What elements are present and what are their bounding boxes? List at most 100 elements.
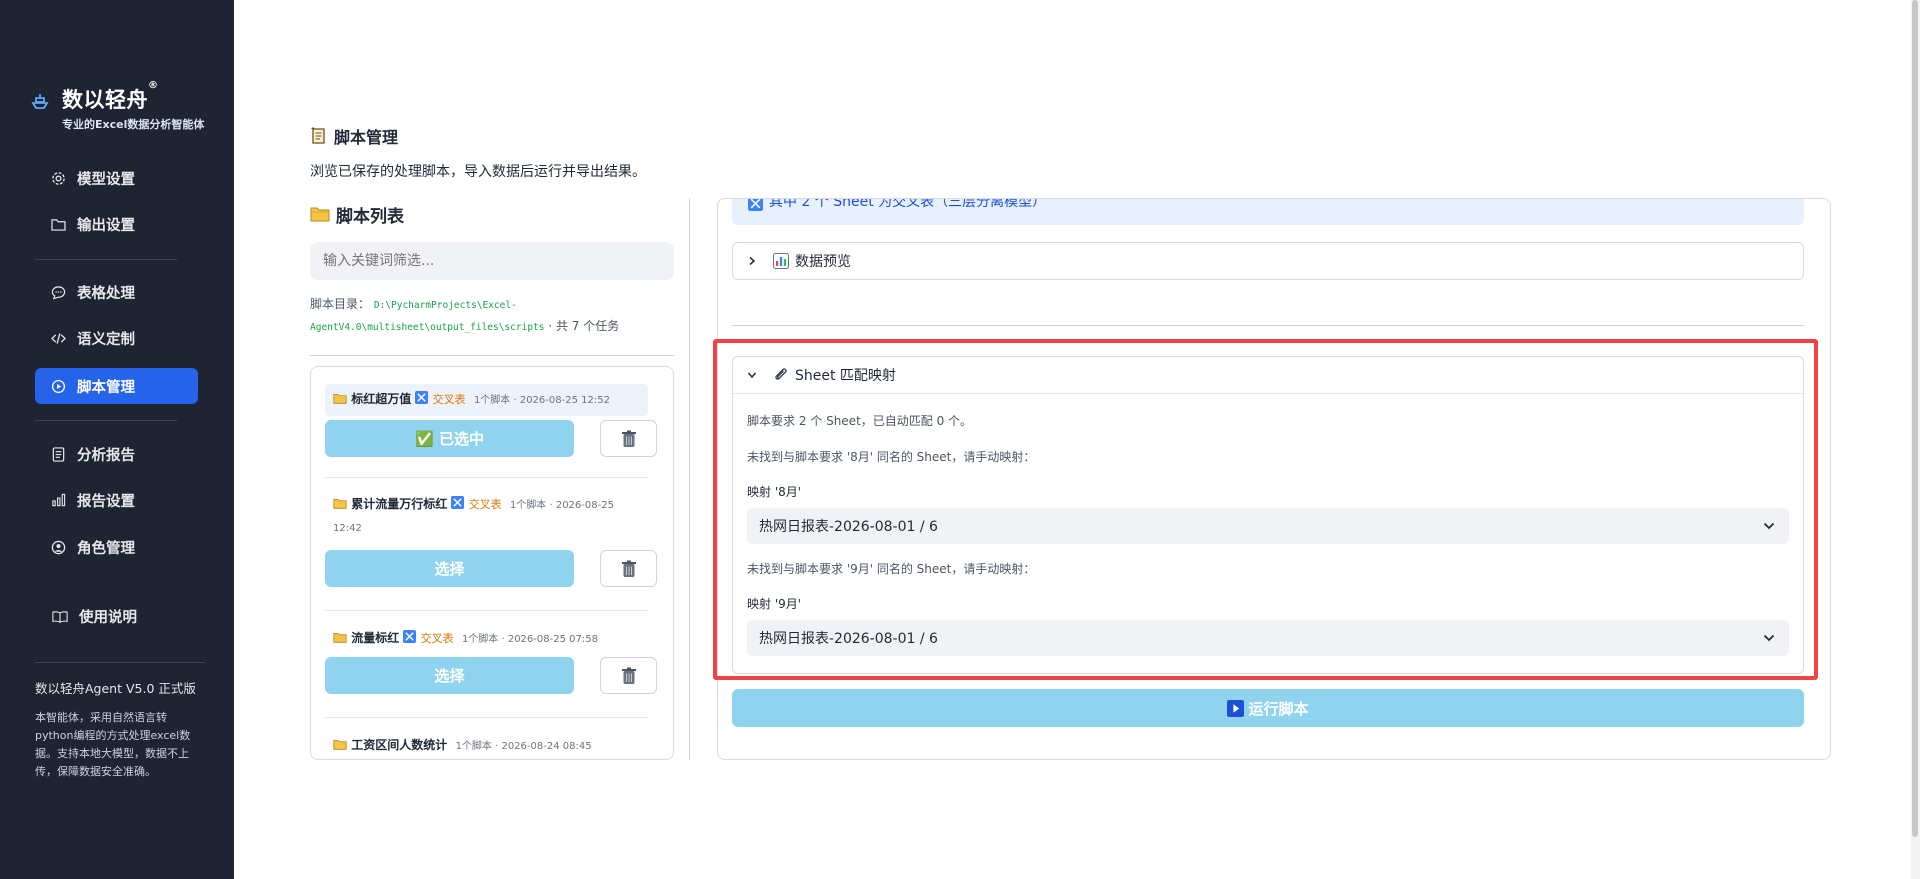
divider xyxy=(325,610,648,611)
list-item[interactable]: 累计流量万行标红 交叉表 1个脚本 · 2026-08-25 12:42 xyxy=(325,491,648,537)
page-title-text: 脚本管理 xyxy=(334,128,399,147)
nav-divider xyxy=(35,420,177,421)
sidebar-item-label: 语义定制 xyxy=(77,331,135,348)
cross-table-icon xyxy=(415,387,429,413)
bar-chart-icon xyxy=(50,492,66,508)
expander-title: 数据预览 xyxy=(795,254,851,270)
brand-name: 数以轻舟 ® xyxy=(62,80,159,112)
task-list: 标红超万值 交叉表 1个脚本 · 2026-08-25 12:52 ✅ 已选中 … xyxy=(310,366,674,760)
play-circle-icon xyxy=(50,378,66,394)
app-root: 数以轻舟 ® 专业的Excel数据分析智能体 模型设置 输出设置 表格处理 语义定… xyxy=(0,0,1920,879)
selected-button[interactable]: ✅ 已选中 xyxy=(325,420,574,457)
divider xyxy=(310,355,674,356)
delete-button[interactable] xyxy=(600,420,657,457)
play-icon xyxy=(1227,699,1245,717)
sidebar-item-role-management[interactable]: 角色管理 xyxy=(35,529,198,565)
script-list-section: 脚本列表 脚本目录： D:\PycharmProjects\Excel-Agen… xyxy=(310,198,674,356)
book-icon xyxy=(52,608,68,624)
sidebar-item-report-settings[interactable]: 报告设置 xyxy=(35,482,198,518)
folder-icon xyxy=(333,626,347,652)
select-button[interactable]: 选择 xyxy=(325,550,574,587)
delete-button[interactable] xyxy=(600,550,657,587)
cross-table-icon xyxy=(451,492,465,518)
brand: 数以轻舟 ® 专业的Excel数据分析智能体 xyxy=(30,80,205,132)
boat-logo-icon xyxy=(31,94,49,109)
document-icon xyxy=(50,446,66,462)
sidebar-item-label: 角色管理 xyxy=(77,540,135,557)
page-title: 脚本管理 xyxy=(310,124,398,148)
sidebar-item-semantic[interactable]: 语义定制 xyxy=(35,320,198,356)
task-meta: 1个脚本 · 2026-08-25 12:52 xyxy=(473,395,610,406)
user-circle-icon xyxy=(50,539,66,555)
script-list-title-text: 脚本列表 xyxy=(336,206,404,227)
trash-icon xyxy=(621,430,636,447)
folder-icon xyxy=(333,492,347,518)
task-tag: 交叉表 xyxy=(420,632,454,645)
scrollbar-thumb[interactable] xyxy=(1912,0,1918,837)
sidebar-item-label: 报告设置 xyxy=(77,493,135,510)
sidebar-item-script-management[interactable]: 脚本管理 xyxy=(35,368,198,404)
folder-icon xyxy=(310,207,330,222)
scroll-icon xyxy=(311,127,325,144)
sidebar-item-model-settings[interactable]: 模型设置 xyxy=(35,160,198,196)
task-name: 流量标红 xyxy=(351,631,400,645)
info-banner: 其中 2 个 Sheet 为交叉表（三层分离模型） xyxy=(732,198,1804,225)
folder-icon xyxy=(333,733,347,759)
sidebar-footer: 数以轻舟Agent V5.0 正式版 本智能体，采用自然语言转python编程的… xyxy=(35,678,205,781)
script-directory-info: 脚本目录： D:\PycharmProjects\Excel-AgentV4.0… xyxy=(310,294,674,338)
sidebar-item-help[interactable]: 使用说明 xyxy=(37,598,200,634)
highlight-box xyxy=(713,339,1818,680)
sidebar-item-label: 输出设置 xyxy=(77,217,135,234)
cross-table-icon xyxy=(748,199,763,211)
dir-label: 脚本目录： xyxy=(310,297,371,311)
divider xyxy=(325,717,648,718)
select-button[interactable]: 选择 xyxy=(325,657,574,694)
button-label: 运行脚本 xyxy=(1248,699,1309,718)
task-meta: 1个脚本 · 2026-08-24 08:45 xyxy=(455,741,592,752)
sidebar: 数以轻舟 ® 专业的Excel数据分析智能体 模型设置 输出设置 表格处理 语义定… xyxy=(0,0,234,879)
sidebar-item-output-settings[interactable]: 输出设置 xyxy=(35,206,198,242)
brand-subtitle: 专业的Excel数据分析智能体 xyxy=(62,118,205,131)
run-script-button[interactable]: 运行脚本 xyxy=(732,689,1804,727)
cross-table-icon xyxy=(403,626,417,652)
trash-icon xyxy=(621,560,636,577)
search-input[interactable] xyxy=(310,242,674,280)
task-meta-time: 12:42 xyxy=(333,523,362,534)
list-item[interactable]: 流量标红 交叉表 1个脚本 · 2026-08-25 07:58 xyxy=(325,625,648,653)
sidebar-item-label: 表格处理 xyxy=(77,285,135,302)
task-meta: 1个脚本 · 2026-08-25 xyxy=(509,500,614,511)
page-description: 浏览已保存的处理脚本，导入数据后运行并导出结果。 xyxy=(310,164,646,180)
folder-icon xyxy=(333,387,347,413)
sidebar-item-label: 分析报告 xyxy=(77,447,135,464)
task-count: · 共 7 个任务 xyxy=(548,319,620,333)
task-tag: 交叉表 xyxy=(468,498,502,511)
bar-chart-icon xyxy=(773,253,789,269)
button-label: 选择 xyxy=(434,667,465,685)
version-label: 数以轻舟Agent V5.0 正式版 xyxy=(35,681,196,696)
nav-divider xyxy=(35,259,177,260)
list-item[interactable]: 标红超万值 交叉表 1个脚本 · 2026-08-25 12:52 xyxy=(325,384,648,416)
task-name: 工资区间人数统计 xyxy=(351,738,448,752)
data-preview-expander[interactable]: 数据预览 xyxy=(732,242,1804,280)
sidebar-item-label: 使用说明 xyxy=(79,609,137,626)
code-icon xyxy=(50,330,66,346)
sidebar-item-label: 脚本管理 xyxy=(77,379,135,396)
trash-icon xyxy=(621,667,636,684)
sidebar-item-label: 模型设置 xyxy=(77,171,135,188)
chevron-right-icon xyxy=(747,256,761,266)
gear-icon xyxy=(50,170,66,186)
list-item[interactable]: 工资区间人数统计 1个脚本 · 2026-08-24 08:45 xyxy=(325,732,648,759)
column-divider xyxy=(689,198,690,760)
delete-button[interactable] xyxy=(600,657,657,694)
button-label: 选择 xyxy=(434,560,465,578)
divider xyxy=(732,325,1804,326)
info-text: 其中 2 个 Sheet 为交叉表（三层分离模型） xyxy=(769,198,1047,210)
task-tag: 交叉表 xyxy=(432,393,466,406)
task-meta: 1个脚本 · 2026-08-25 07:58 xyxy=(461,634,598,645)
sidebar-item-table-processing[interactable]: 表格处理 xyxy=(35,274,198,310)
script-list-title: 脚本列表 xyxy=(310,198,674,230)
sidebar-item-analysis-report[interactable]: 分析报告 xyxy=(35,436,198,472)
product-description: 本智能体，采用自然语言转python编程的方式处理excel数据。支持本地大模型… xyxy=(35,711,191,778)
footer-divider xyxy=(35,662,205,663)
task-name: 标红超万值 xyxy=(351,392,412,406)
